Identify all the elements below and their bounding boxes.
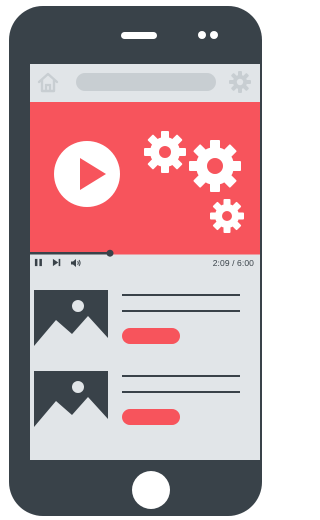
video-time-label: 2:09 / 6:00 bbox=[212, 258, 254, 268]
phone-speaker bbox=[121, 32, 157, 39]
volume-icon[interactable] bbox=[70, 258, 82, 268]
image-placeholder-icon bbox=[34, 290, 108, 346]
home-button[interactable] bbox=[132, 471, 170, 509]
text-line bbox=[122, 310, 240, 312]
skip-next-icon[interactable] bbox=[52, 258, 61, 267]
settings-gear-icon[interactable] bbox=[228, 70, 252, 94]
phone-camera bbox=[210, 31, 218, 39]
video-player[interactable] bbox=[30, 102, 260, 252]
gears-icon bbox=[144, 131, 244, 233]
image-placeholder-icon bbox=[34, 371, 108, 427]
action-button[interactable] bbox=[122, 328, 180, 344]
list-item[interactable] bbox=[30, 371, 260, 433]
phone-sensor bbox=[198, 31, 206, 39]
action-button[interactable] bbox=[122, 409, 180, 425]
list-item[interactable] bbox=[30, 290, 260, 352]
phone-frame: 2:09 / 6:00 bbox=[9, 6, 262, 516]
text-line bbox=[122, 294, 240, 296]
text-line bbox=[122, 375, 240, 377]
text-line bbox=[122, 391, 240, 393]
play-button[interactable] bbox=[54, 141, 120, 207]
phone-screen: 2:09 / 6:00 bbox=[30, 64, 260, 460]
video-controls: 2:09 / 6:00 bbox=[30, 252, 260, 274]
home-icon[interactable] bbox=[36, 70, 60, 94]
pause-icon[interactable] bbox=[34, 258, 43, 267]
address-bar[interactable] bbox=[76, 73, 216, 91]
